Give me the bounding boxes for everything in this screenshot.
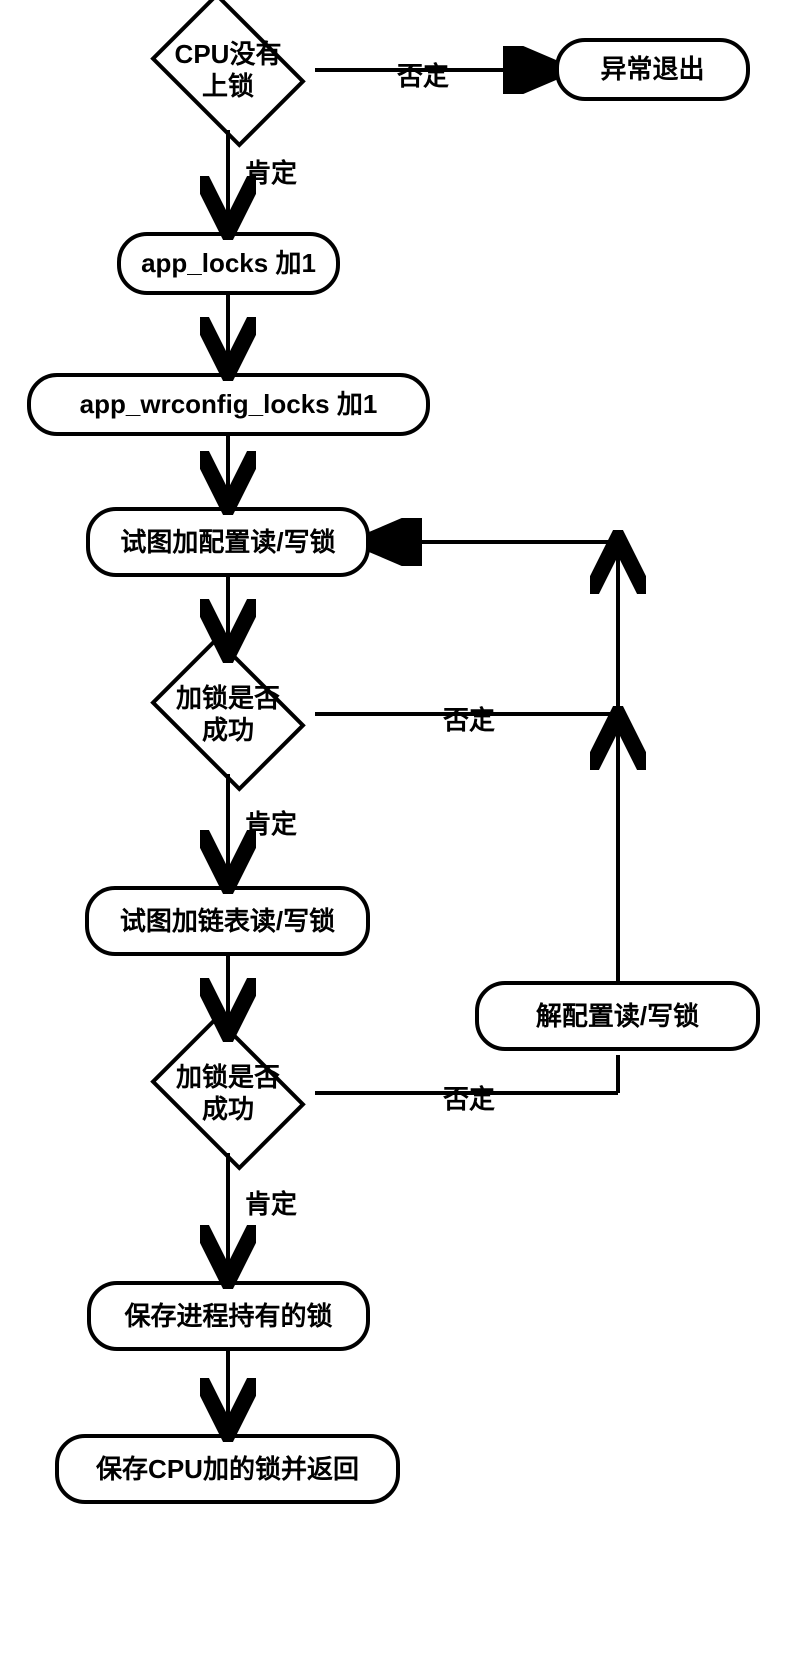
edge-label-yes-2: 肯定 xyxy=(245,804,297,841)
edge-label-no-1: 否定 xyxy=(397,56,449,93)
process-try-config-lock: 试图加配置读/写锁 xyxy=(86,507,370,577)
process-save-process-locks-label: 保存进程持有的锁 xyxy=(124,1300,332,1333)
process-save-process-locks: 保存进程持有的锁 xyxy=(87,1281,370,1351)
process-app-wrconfig-locks-inc-label: app_wrconfig_locks 加1 xyxy=(80,388,378,421)
edge-label-no-3: 否定 xyxy=(443,1079,495,1116)
decision-cpu-no-lock: CPU没有上锁 xyxy=(143,10,313,130)
process-try-list-lock: 试图加链表读/写锁 xyxy=(85,886,370,956)
edge-label-yes-1: 肯定 xyxy=(245,153,297,190)
process-app-locks-inc: app_locks 加1 xyxy=(117,232,340,295)
process-save-cpu-locks-return: 保存CPU加的锁并返回 xyxy=(55,1434,400,1504)
decision-cpu-no-lock-label: CPU没有上锁 xyxy=(153,38,303,103)
process-try-list-lock-label: 试图加链表读/写锁 xyxy=(120,905,335,938)
decision-lock-ok-2-label: 加锁是否成功 xyxy=(153,1061,303,1126)
terminal-abnormal-exit-label: 异常退出 xyxy=(600,53,704,86)
decision-lock-ok-1-label: 加锁是否成功 xyxy=(153,682,303,747)
process-save-cpu-locks-return-label: 保存CPU加的锁并返回 xyxy=(96,1453,359,1486)
edge-label-no-2: 否定 xyxy=(443,700,495,737)
edge-label-yes-3: 肯定 xyxy=(245,1184,297,1221)
decision-lock-ok-2: 加锁是否成功 xyxy=(143,1033,313,1153)
decision-lock-ok-1: 加锁是否成功 xyxy=(143,654,313,774)
process-try-config-lock-label: 试图加配置读/写锁 xyxy=(120,526,335,559)
process-app-wrconfig-locks-inc: app_wrconfig_locks 加1 xyxy=(27,373,430,436)
process-release-config-lock-label: 解配置读/写锁 xyxy=(536,1000,699,1033)
process-release-config-lock: 解配置读/写锁 xyxy=(475,981,760,1051)
process-app-locks-inc-label: app_locks 加1 xyxy=(141,247,316,280)
terminal-abnormal-exit: 异常退出 xyxy=(555,38,750,101)
